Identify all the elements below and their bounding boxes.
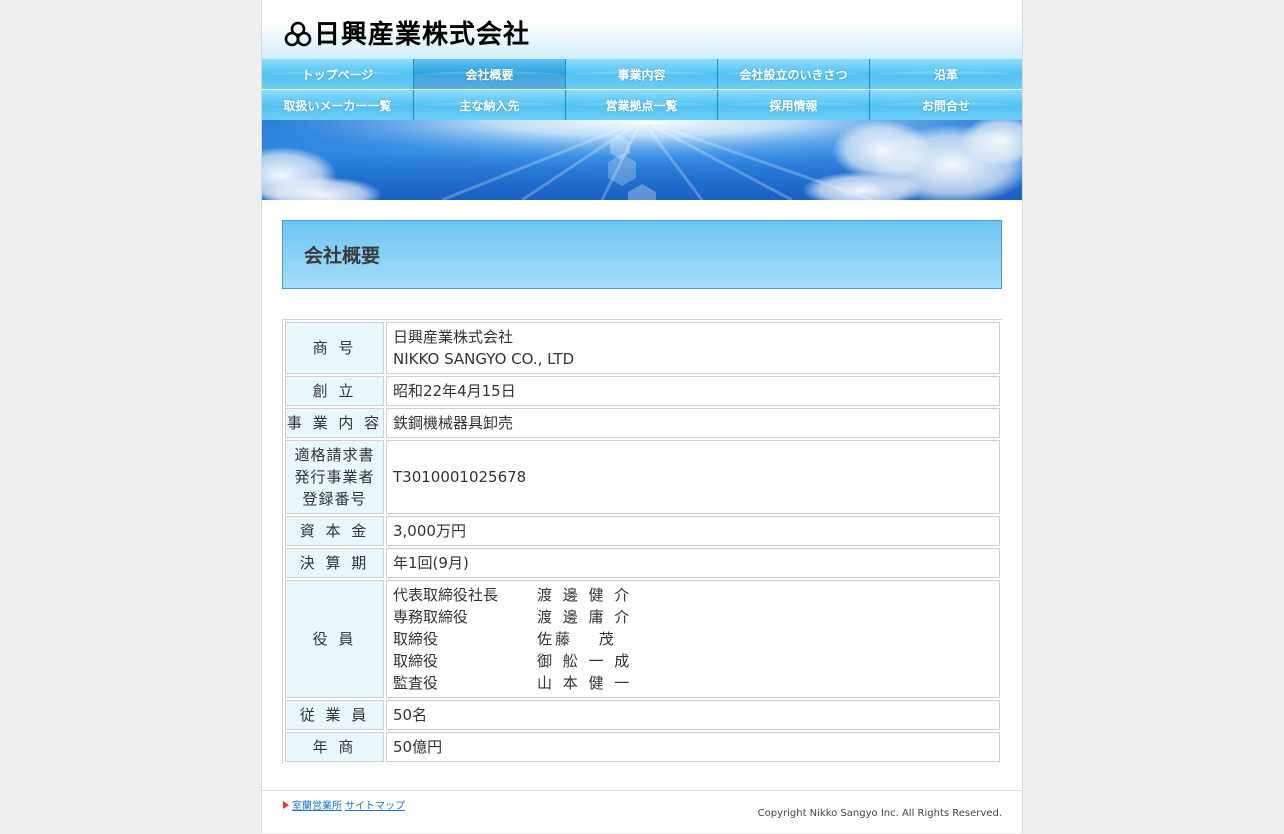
value-yakuin: 代表取締役社長 渡 邊 健 介 専務取締役 渡 邊 庸 介 取締役 佐藤 茂 取… xyxy=(386,580,1000,698)
company-name: 日興産業株式会社 xyxy=(314,20,531,50)
label-shogo: 商 号 xyxy=(285,322,384,374)
label-jigyo: 事 業 内 容 xyxy=(285,408,384,438)
triangle-right-icon xyxy=(283,800,289,809)
nav-item-clients[interactable]: 主な納入先 xyxy=(414,90,566,120)
nav-label: 会社概要 xyxy=(465,67,514,82)
label-nensho: 年 商 xyxy=(285,732,384,762)
officer-title: 専務取締役 xyxy=(393,608,469,626)
officer-title: 取締役 xyxy=(393,630,439,648)
label-yakuin: 役 員 xyxy=(285,580,384,698)
value-shogo: 日興産業株式会社 NIKKO SANGYO CO., LTD xyxy=(386,322,1000,374)
nav-item-contact[interactable]: お問合せ xyxy=(870,90,1022,120)
label-jugyoin: 従 業 員 xyxy=(285,700,384,730)
label-shihon: 資 本 金 xyxy=(285,516,384,546)
table-row-yakuin: 役 員 代表取締役社長 渡 邊 健 介 専務取締役 渡 邊 庸 介 取締役 佐藤… xyxy=(285,580,1000,698)
nav-label: 会社設立のいきさつ xyxy=(739,67,848,82)
company-profile-table: 商 号 日興産業株式会社 NIKKO SANGYO CO., LTD 創 立 昭… xyxy=(282,319,1002,764)
table-row-shogo: 商 号 日興産業株式会社 NIKKO SANGYO CO., LTD xyxy=(285,322,1000,374)
nav-label: 取扱いメーカー一覧 xyxy=(283,98,392,113)
nav-item-business[interactable]: 事業内容 xyxy=(566,59,718,89)
nav-row-2: 取扱いメーカー一覧 主な納入先 営業拠点一覧 採用情報 お問合せ xyxy=(262,90,1022,120)
value-jugyoin: 50名 xyxy=(386,700,1000,730)
nav-label: 主な納入先 xyxy=(459,98,520,113)
nav-item-top[interactable]: トップページ xyxy=(262,59,414,89)
nav-label: お問合せ xyxy=(921,98,970,113)
page-container: 日興産業株式会社 トップページ 会社概要 事業内容 会社設立のいきさつ 沿革 取… xyxy=(261,0,1023,833)
value-soritsu: 昭和22年4月15日 xyxy=(386,376,1000,406)
label-soritsu: 創 立 xyxy=(285,376,384,406)
officer-name: 渡 邊 健 介 xyxy=(537,586,633,604)
value-kessan: 年1回(9月) xyxy=(386,548,1000,578)
label-kessan: 決 算 期 xyxy=(285,548,384,578)
table-row-soritsu: 創 立 昭和22年4月15日 xyxy=(285,376,1000,406)
page-title: 会社概要 xyxy=(304,245,381,267)
logo[interactable]: 日興産業株式会社 xyxy=(284,19,530,51)
officer-name: 御 舩 一 成 xyxy=(537,652,633,670)
nav-label: 採用情報 xyxy=(769,98,818,113)
officer-title: 取締役 xyxy=(393,652,439,670)
nav-label: トップページ xyxy=(301,67,374,82)
table-row-jigyo: 事 業 内 容 鉄鋼機械器具卸売 xyxy=(285,408,1000,438)
value-shihon: 3,000万円 xyxy=(386,516,1000,546)
company-name-en: NIKKO SANGYO CO., LTD xyxy=(393,350,575,368)
nav-label: 営業拠点一覧 xyxy=(605,98,678,113)
officer-name: 山 本 健 一 xyxy=(537,674,633,692)
footer-link-sitemap[interactable]: サイトマップ xyxy=(345,797,405,812)
officer-title: 監査役 xyxy=(393,674,439,692)
footer-link-muroran-office[interactable]: 室蘭営業所 xyxy=(292,797,342,812)
officer-name: 佐藤 茂 xyxy=(537,630,617,648)
value-nensho: 50億円 xyxy=(386,732,1000,762)
value-tekikaku: T3010001025678 xyxy=(386,440,1000,514)
trefoil-logo-icon xyxy=(284,21,312,47)
label-line: 登録番号 xyxy=(302,490,367,508)
table-row-kessan: 決 算 期 年1回(9月) xyxy=(285,548,1000,578)
value-jigyo: 鉄鋼機械器具卸売 xyxy=(386,408,1000,438)
copyright: Copyright Nikko Sangyo Inc. All Rights R… xyxy=(757,808,1002,819)
officer-name: 渡 邊 庸 介 xyxy=(537,608,633,626)
nav-item-makers[interactable]: 取扱いメーカー一覧 xyxy=(262,90,414,120)
main-nav: トップページ 会社概要 事業内容 会社設立のいきさつ 沿革 取扱いメーカー一覧 … xyxy=(262,59,1022,120)
nav-item-company-profile[interactable]: 会社概要 xyxy=(414,59,566,89)
site-header: 日興産業株式会社 xyxy=(262,0,1022,59)
sky-banner-image xyxy=(262,120,1022,200)
label-line: 適格請求書 xyxy=(294,446,375,464)
officer-list: 代表取締役社長 渡 邊 健 介 専務取締役 渡 邊 庸 介 取締役 佐藤 茂 取… xyxy=(393,584,993,694)
table-row-shihon: 資 本 金 3,000万円 xyxy=(285,516,1000,546)
nav-label: 沿革 xyxy=(933,67,958,82)
table-row-tekikaku: 適格請求書 発行事業者 登録番号 T3010001025678 xyxy=(285,440,1000,514)
nav-label: 事業内容 xyxy=(617,67,666,82)
footer-links: 室蘭営業所 サイトマップ xyxy=(283,797,408,812)
sky-banner xyxy=(262,120,1022,200)
label-line: 発行事業者 xyxy=(294,468,375,486)
nav-item-recruit[interactable]: 採用情報 xyxy=(718,90,870,120)
nav-item-founding-story[interactable]: 会社設立のいきさつ xyxy=(718,59,870,89)
nav-item-history[interactable]: 沿革 xyxy=(870,59,1022,89)
nav-row-1: トップページ 会社概要 事業内容 会社設立のいきさつ 沿革 xyxy=(262,59,1022,89)
officer-title: 代表取締役社長 xyxy=(393,586,499,604)
table-row-nensho: 年 商 50億円 xyxy=(285,732,1000,762)
company-name-ja: 日興産業株式会社 xyxy=(393,328,514,346)
site-footer: 室蘭営業所 サイトマップ Copyright Nikko Sangyo Inc.… xyxy=(262,790,1022,834)
page-title-box: 会社概要 xyxy=(282,220,1002,289)
table-row-jugyoin: 従 業 員 50名 xyxy=(285,700,1000,730)
nav-item-offices[interactable]: 営業拠点一覧 xyxy=(566,90,718,120)
label-tekikaku: 適格請求書 発行事業者 登録番号 xyxy=(285,440,384,514)
